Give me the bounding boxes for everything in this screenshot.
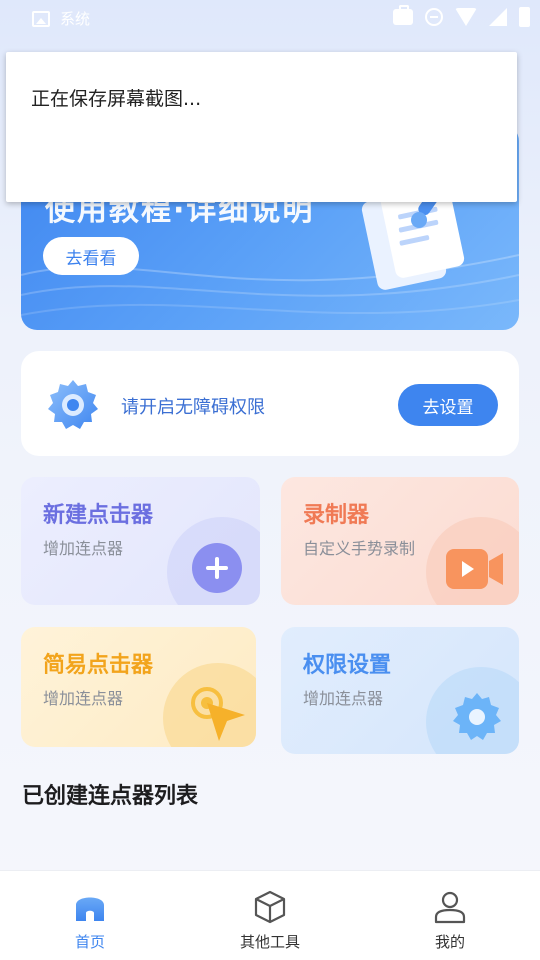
battery-icon bbox=[519, 7, 530, 27]
person-icon bbox=[434, 891, 466, 924]
tile-subtitle: 增加连点器 bbox=[43, 689, 124, 708]
plus-icon bbox=[192, 543, 242, 593]
cube-icon bbox=[254, 890, 286, 924]
go-settings-button[interactable]: 去设置 bbox=[398, 384, 498, 426]
tile-title: 权限设置 bbox=[303, 653, 392, 678]
nav-label: 首页 bbox=[74, 933, 105, 951]
tile-subtitle: 增加连点器 bbox=[43, 539, 124, 558]
recorder-tile[interactable]: 录制器 自定义手势录制 bbox=[281, 477, 519, 605]
status-label: 系统 bbox=[60, 10, 91, 28]
clicker-list-title: 已创建连点器列表 bbox=[22, 784, 199, 809]
tile-title: 新建点击器 bbox=[43, 503, 154, 528]
toast-message: 正在保存屏幕截图... bbox=[31, 88, 202, 110]
accessibility-permission-card: 请开启无障碍权限 去设置 bbox=[21, 351, 519, 456]
wifi-icon bbox=[455, 8, 477, 26]
home-icon bbox=[76, 897, 104, 921]
nav-label: 我的 bbox=[434, 933, 465, 951]
tile-title: 简易点击器 bbox=[43, 653, 154, 678]
screenshot-toast: 正在保存屏幕截图... bbox=[6, 52, 517, 202]
image-icon bbox=[32, 10, 50, 27]
new-clicker-tile[interactable]: 新建点击器 增加连点器 bbox=[21, 477, 260, 605]
nav-tab-tools[interactable]: 其他工具 bbox=[180, 871, 360, 960]
briefcase-icon bbox=[393, 5, 413, 25]
cursor-click-icon bbox=[191, 687, 245, 741]
signal-icon bbox=[489, 8, 507, 26]
do-not-disturb-icon bbox=[425, 8, 443, 26]
permission-settings-tile[interactable]: 权限设置 增加连点器 bbox=[281, 627, 519, 754]
gear-icon bbox=[48, 380, 98, 429]
permission-prompt-text: 请开启无障碍权限 bbox=[121, 397, 265, 418]
nav-label: 其他工具 bbox=[239, 933, 300, 951]
nav-tab-home[interactable]: 首页 bbox=[0, 871, 180, 960]
status-bar: 系统 bbox=[0, 0, 540, 36]
tile-subtitle: 自定义手势录制 bbox=[303, 539, 416, 558]
nav-tab-profile[interactable]: 我的 bbox=[360, 871, 540, 960]
status-bar-right bbox=[393, 5, 530, 27]
banner-view-button[interactable]: 去看看 bbox=[43, 237, 139, 275]
video-camera-icon bbox=[446, 549, 503, 589]
tile-title: 录制器 bbox=[303, 503, 370, 528]
simple-clicker-tile[interactable]: 简易点击器 增加连点器 bbox=[21, 627, 256, 747]
gear-icon bbox=[453, 693, 501, 740]
bottom-nav: 首页 其他工具 我的 bbox=[0, 870, 540, 960]
status-bar-left: 系统 bbox=[32, 8, 90, 29]
tile-subtitle: 增加连点器 bbox=[303, 689, 384, 708]
